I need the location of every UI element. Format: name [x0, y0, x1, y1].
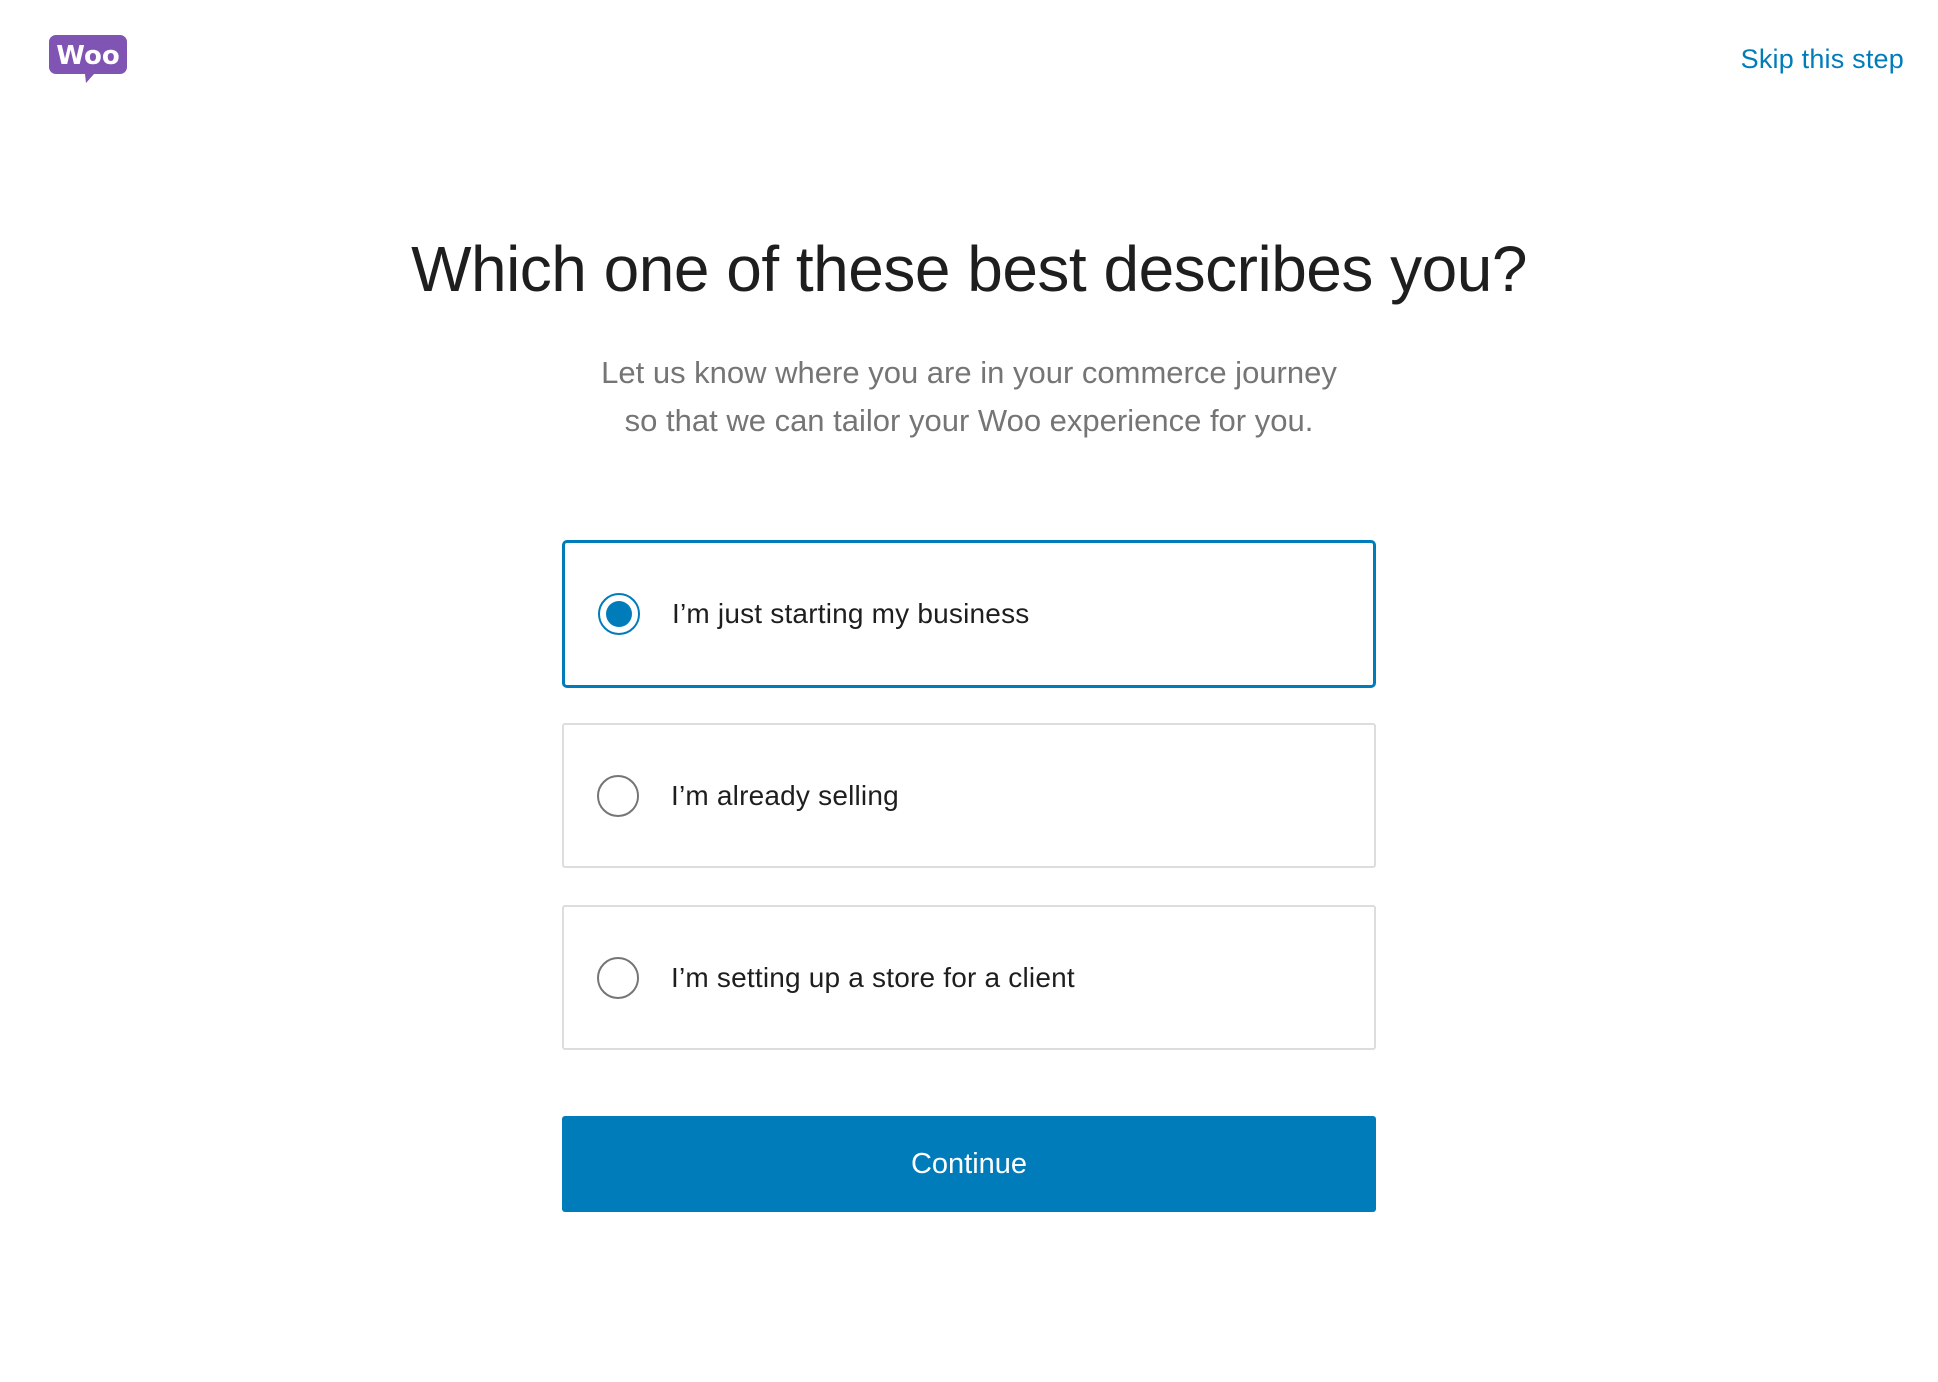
radio-unchecked-icon[interactable]: [597, 956, 639, 999]
onboarding-page: Woo Skip this step Which one of these be…: [0, 0, 1938, 1382]
option-label: I’m setting up a store for a client: [671, 961, 1075, 993]
radio-unchecked-icon[interactable]: [597, 774, 639, 817]
skip-step-link[interactable]: Skip this step: [1741, 44, 1904, 75]
radio-checked-icon[interactable]: [598, 593, 640, 635]
svg-text:Woo: Woo: [56, 41, 119, 71]
option-label: I’m just starting my business: [672, 598, 1030, 629]
option-already-selling[interactable]: I’m already selling: [562, 723, 1376, 868]
page-title: Which one of these best describes you?: [411, 233, 1527, 305]
continue-button[interactable]: Continue: [562, 1116, 1376, 1212]
page-subtitle: Let us know where you are in your commer…: [0, 349, 1938, 445]
option-label: I’m already selling: [671, 779, 899, 811]
subtitle-line: Let us know where you are in your commer…: [601, 355, 1337, 390]
woo-logo-icon: Woo: [48, 34, 128, 84]
subtitle-line: so that we can tailor your Woo experienc…: [624, 403, 1314, 438]
option-store-for-client[interactable]: I’m setting up a store for a client: [562, 905, 1376, 1050]
option-just-starting[interactable]: I’m just starting my business: [562, 540, 1376, 688]
